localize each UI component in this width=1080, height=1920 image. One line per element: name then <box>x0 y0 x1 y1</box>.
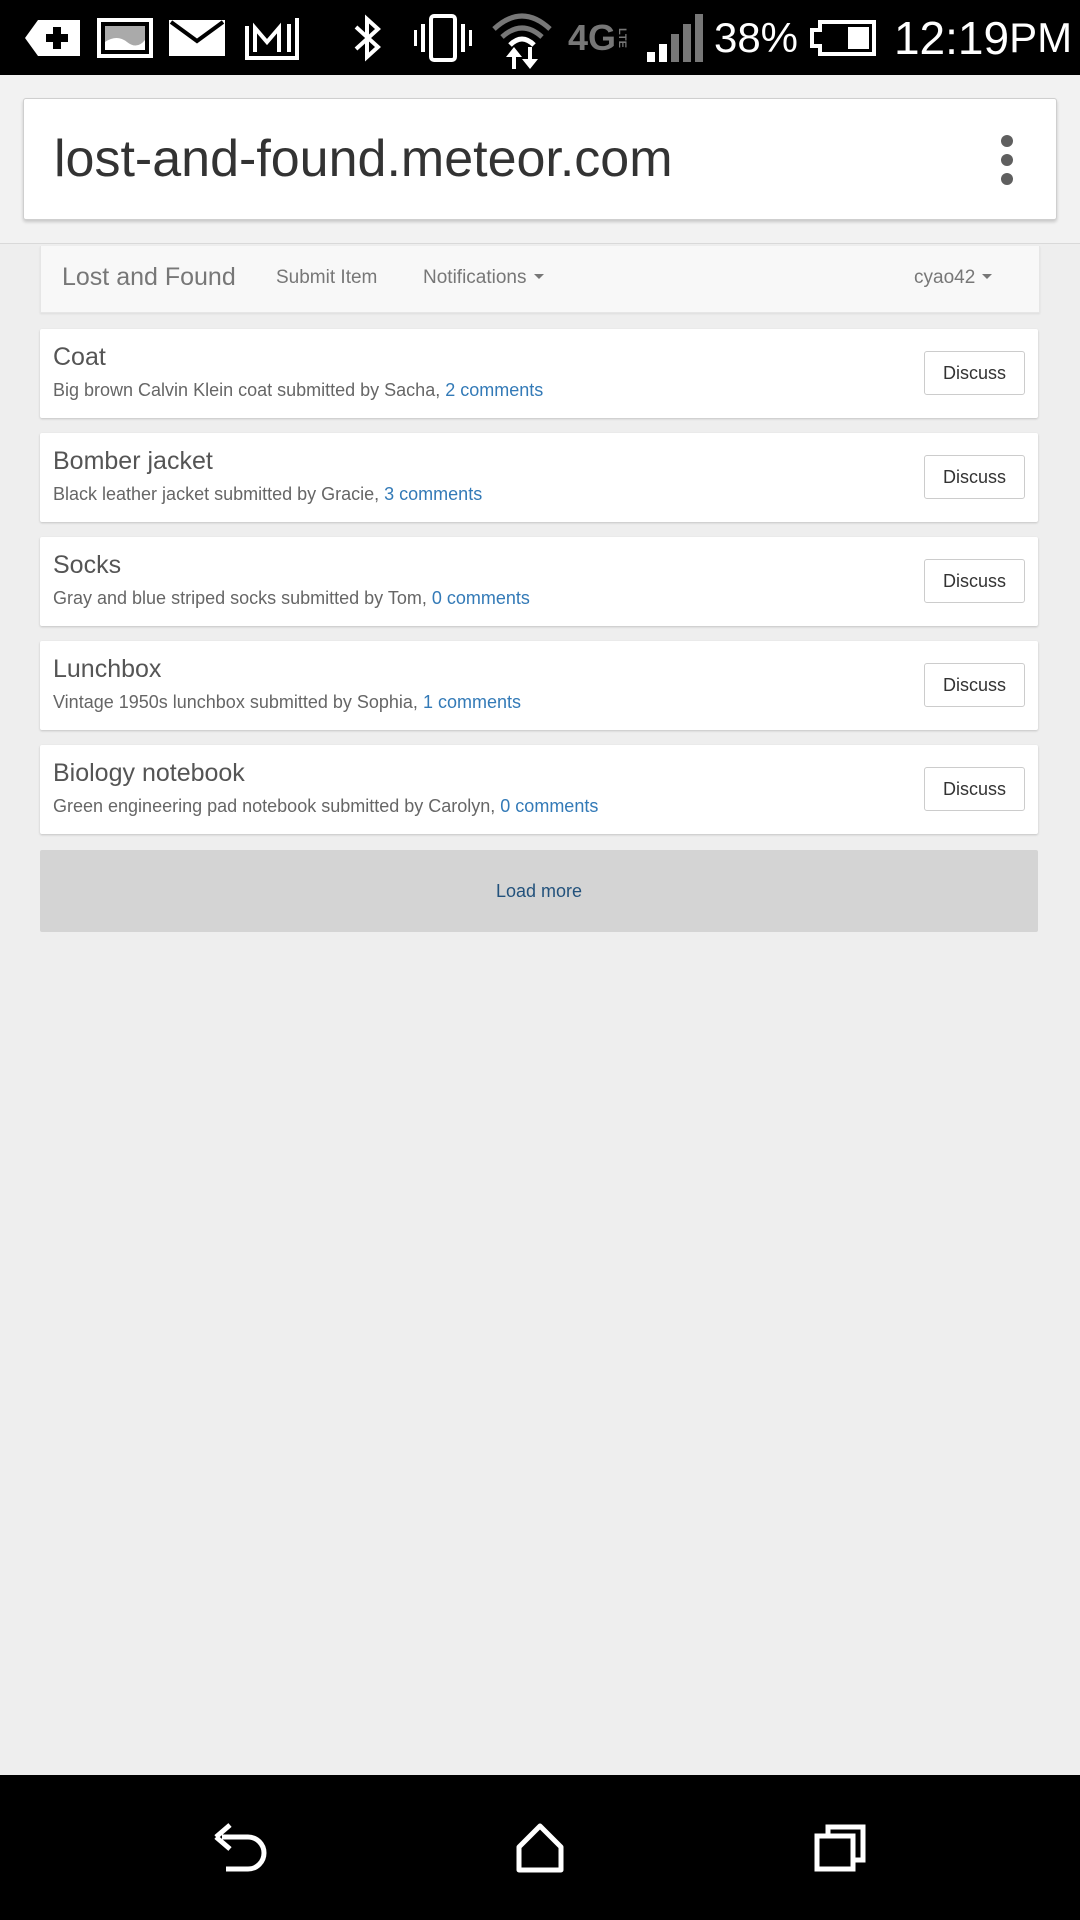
comments-link[interactable]: 0 comments <box>432 588 530 608</box>
recent-apps-icon[interactable] <box>780 1775 900 1920</box>
caret-down-icon <box>982 273 993 279</box>
network-4g-lte-icon: 4G LTE <box>562 0 634 75</box>
submit-item-link[interactable]: Submit Item <box>276 246 377 312</box>
list-item: Socks Gray and blue striped socks submit… <box>40 537 1038 626</box>
item-description: Gray and blue striped socks submitted by… <box>53 588 530 609</box>
gmail-icon <box>244 0 300 75</box>
item-description: Black leather jacket submitted by Gracie… <box>53 484 482 505</box>
load-more-button[interactable]: Load more <box>40 850 1038 932</box>
add-notification-icon <box>24 0 82 75</box>
gallery-icon <box>96 0 154 75</box>
discuss-button[interactable]: Discuss <box>924 559 1025 603</box>
item-title: Lunchbox <box>53 655 162 683</box>
browser-toolbar: lost-and-found.meteor.com <box>0 75 1080 244</box>
list-item: Bomber jacket Black leather jacket submi… <box>40 433 1038 522</box>
discuss-button[interactable]: Discuss <box>924 455 1025 499</box>
item-title: Coat <box>53 343 106 371</box>
comments-link[interactable]: 2 comments <box>445 380 543 400</box>
home-icon[interactable] <box>480 1775 600 1920</box>
clock-time: 12:19 <box>893 11 1010 64</box>
item-description: Green engineering pad notebook submitted… <box>53 796 598 817</box>
discuss-button[interactable]: Discuss <box>924 767 1025 811</box>
notifications-label: Notifications <box>423 267 527 288</box>
user-label: cyao42 <box>914 267 976 288</box>
item-desc-text: Big brown Calvin Klein coat submitted by… <box>53 380 446 400</box>
item-title: Biology notebook <box>53 759 245 787</box>
list-item: Coat Big brown Calvin Klein coat submitt… <box>40 329 1038 418</box>
bluetooth-icon <box>348 0 388 75</box>
comments-link[interactable]: 1 comments <box>423 692 521 712</box>
discuss-button[interactable]: Discuss <box>924 663 1025 707</box>
brand-link[interactable]: Lost and Found <box>62 246 236 312</box>
notifications-dropdown[interactable]: Notifications <box>423 246 544 312</box>
network-sub-label: LTE <box>616 27 629 48</box>
list-item: Biology notebook Green engineering pad n… <box>40 745 1038 834</box>
network-type-label: 4G <box>567 16 617 58</box>
item-description: Big brown Calvin Klein coat submitted by… <box>53 380 543 401</box>
more-options-icon[interactable] <box>1000 135 1014 185</box>
item-desc-text: Black leather jacket submitted by Gracie… <box>53 484 385 504</box>
comments-link[interactable]: 0 comments <box>500 796 598 816</box>
email-icon <box>168 0 226 75</box>
cell-signal-icon <box>644 0 704 75</box>
app-navbar: Lost and Found Submit Item Notifications… <box>40 246 1040 313</box>
comments-link[interactable]: 3 comments <box>384 484 482 504</box>
item-title: Socks <box>53 551 122 579</box>
discuss-button[interactable]: Discuss <box>924 351 1025 395</box>
item-desc-text: Gray and blue striped socks submitted by… <box>53 588 432 608</box>
item-title: Bomber jacket <box>53 447 213 475</box>
system-nav-bar <box>0 1775 1080 1920</box>
battery-icon <box>808 0 876 75</box>
back-icon[interactable] <box>180 1775 300 1920</box>
address-bar[interactable]: lost-and-found.meteor.com <box>23 98 1057 220</box>
list-item: Lunchbox Vintage 1950s lunchbox submitte… <box>40 641 1038 730</box>
vibrate-icon <box>412 0 474 75</box>
item-desc-text: Green engineering pad notebook submitted… <box>53 796 501 816</box>
caret-down-icon <box>533 273 544 279</box>
item-desc-text: Vintage 1950s lunchbox submitted by Soph… <box>53 692 423 712</box>
url-text[interactable]: lost-and-found.meteor.com <box>54 99 673 219</box>
wifi-icon <box>490 0 554 75</box>
battery-percent-label: 38% <box>713 13 799 61</box>
status-bar: 4G LTE 38% 12:19 PM <box>0 0 1080 75</box>
user-dropdown[interactable]: cyao42 <box>914 246 993 312</box>
clock-ampm: PM <box>1009 13 1073 61</box>
clock: 12:19 PM <box>894 0 1072 75</box>
battery-percent: 38% <box>713 0 799 75</box>
item-description: Vintage 1950s lunchbox submitted by Soph… <box>53 692 521 713</box>
